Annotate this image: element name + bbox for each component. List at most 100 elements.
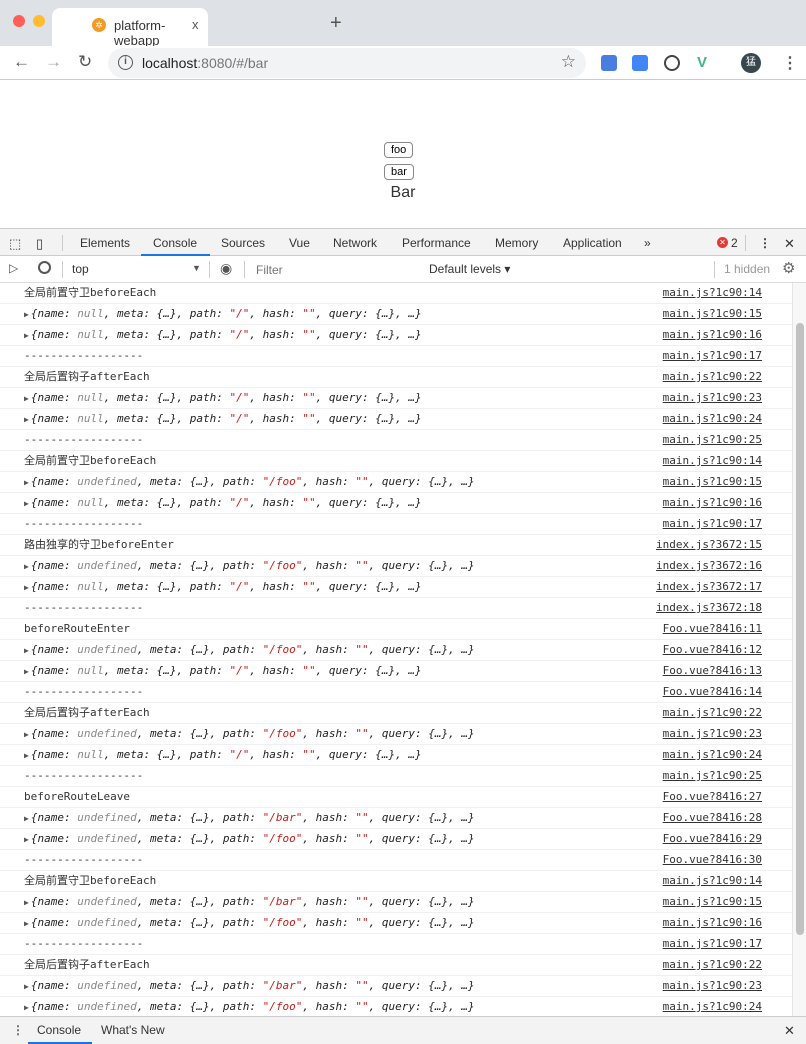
expand-triangle-icon[interactable]: ▶ — [24, 919, 29, 928]
tab-elements[interactable]: Elements — [80, 236, 130, 250]
source-link[interactable]: main.js?1c90:15 — [663, 892, 762, 912]
console-message[interactable]: ▶ {name: null, meta: {…}, path: "/", hash… — [0, 304, 792, 325]
sync-extension-icon[interactable] — [664, 55, 680, 71]
source-link[interactable]: main.js?1c90:25 — [663, 766, 762, 786]
log-levels-dropdown[interactable]: Default levels ▾ — [429, 262, 510, 276]
clear-console-icon[interactable] — [38, 261, 51, 274]
object-preview[interactable]: ▶ {name: undefined, meta: {…}, path: "/fo… — [24, 997, 475, 1016]
expand-triangle-icon[interactable]: ▶ — [24, 667, 29, 676]
object-preview[interactable]: ▶ {name: undefined, meta: {…}, path: "/ba… — [24, 808, 475, 829]
console-message[interactable]: ▶ {name: undefined, meta: {…}, path: "/fo… — [0, 997, 792, 1016]
source-link[interactable]: main.js?1c90:14 — [663, 451, 762, 471]
address-bar[interactable]: i localhost:8080/#/bar ☆ — [108, 48, 586, 78]
filter-input[interactable] — [252, 260, 420, 279]
expand-triangle-icon[interactable]: ▶ — [24, 478, 29, 487]
source-link[interactable]: main.js?1c90:17 — [663, 934, 762, 954]
source-link[interactable]: Foo.vue?8416:12 — [663, 640, 762, 660]
source-link[interactable]: main.js?1c90:14 — [663, 283, 762, 303]
extension-icon[interactable] — [601, 55, 617, 71]
minimize-window-button[interactable] — [33, 15, 45, 27]
console-message[interactable]: ▶ {name: undefined, meta: {…}, path: "/fo… — [0, 724, 792, 745]
context-select[interactable]: top — [72, 262, 89, 276]
object-preview[interactable]: ▶ {name: undefined, meta: {…}, path: "/fo… — [24, 472, 475, 493]
expand-triangle-icon[interactable]: ▶ — [24, 898, 29, 907]
expand-triangle-icon[interactable]: ▶ — [24, 310, 29, 319]
object-preview[interactable]: ▶ {name: undefined, meta: {…}, path: "/fo… — [24, 640, 475, 661]
object-preview[interactable]: ▶ {name: undefined, meta: {…}, path: "/ba… — [24, 976, 475, 997]
object-preview[interactable]: ▶ {name: undefined, meta: {…}, path: "/fo… — [24, 829, 475, 850]
tab-vue[interactable]: Vue — [289, 236, 310, 250]
source-link[interactable]: Foo.vue?8416:11 — [663, 619, 762, 639]
inspect-element-icon[interactable]: ⬚ — [9, 236, 21, 252]
console-message[interactable]: ▶ {name: null, meta: {…}, path: "/", hash… — [0, 577, 792, 598]
close-drawer-button[interactable]: ✕ — [784, 1023, 795, 1039]
devtools-menu-icon[interactable]: ⋮ — [759, 236, 771, 250]
console-message[interactable]: ▶ {name: null, meta: {…}, path: "/", hash… — [0, 409, 792, 430]
source-link[interactable]: index.js?3672:17 — [656, 577, 762, 597]
expand-triangle-icon[interactable]: ▶ — [24, 583, 29, 592]
console-message[interactable]: ▶ {name: undefined, meta: {…}, path: "/ba… — [0, 976, 792, 997]
url-text[interactable]: localhost:8080/#/bar — [142, 55, 268, 71]
tab-console[interactable]: Console — [153, 236, 197, 250]
source-link[interactable]: Foo.vue?8416:29 — [663, 829, 762, 849]
source-link[interactable]: main.js?1c90:16 — [663, 493, 762, 513]
vue-devtools-icon[interactable]: V — [697, 55, 713, 71]
source-link[interactable]: Foo.vue?8416:14 — [663, 682, 762, 702]
live-expression-eye-icon[interactable]: ◉ — [220, 260, 232, 277]
source-link[interactable]: main.js?1c90:22 — [663, 955, 762, 975]
console-message[interactable]: ▶ {name: undefined, meta: {…}, path: "/fo… — [0, 829, 792, 850]
expand-triangle-icon[interactable]: ▶ — [24, 982, 29, 991]
forward-icon[interactable]: → — [45, 52, 62, 72]
translate-extension-icon[interactable] — [632, 55, 648, 71]
tab-network[interactable]: Network — [333, 236, 377, 250]
source-link[interactable]: main.js?1c90:23 — [663, 388, 762, 408]
browser-tab[interactable]: ✲ platform-webapp x — [52, 8, 208, 48]
object-preview[interactable]: ▶ {name: null, meta: {…}, path: "/", hash… — [24, 304, 422, 325]
object-preview[interactable]: ▶ {name: null, meta: {…}, path: "/", hash… — [24, 577, 422, 598]
console-message[interactable]: ▶ {name: undefined, meta: {…}, path: "/fo… — [0, 472, 792, 493]
source-link[interactable]: main.js?1c90:24 — [663, 745, 762, 765]
expand-triangle-icon[interactable]: ▶ — [24, 751, 29, 760]
device-toolbar-icon[interactable]: ▯ — [36, 236, 43, 252]
source-link[interactable]: Foo.vue?8416:30 — [663, 850, 762, 870]
console-message[interactable]: ▶ {name: undefined, meta: {…}, path: "/ba… — [0, 892, 792, 913]
object-preview[interactable]: ▶ {name: null, meta: {…}, path: "/", hash… — [24, 409, 422, 430]
expand-triangle-icon[interactable]: ▶ — [24, 1003, 29, 1012]
object-preview[interactable]: ▶ {name: undefined, meta: {…}, path: "/fo… — [24, 913, 475, 934]
expand-triangle-icon[interactable]: ▶ — [24, 730, 29, 739]
source-link[interactable]: main.js?1c90:25 — [663, 430, 762, 450]
console-message[interactable]: ▶ {name: undefined, meta: {…}, path: "/fo… — [0, 556, 792, 577]
info-icon[interactable]: i — [118, 55, 133, 70]
console-message[interactable]: ▶ {name: undefined, meta: {…}, path: "/fo… — [0, 640, 792, 661]
console-message[interactable]: ▶ {name: null, meta: {…}, path: "/", hash… — [0, 388, 792, 409]
more-tabs-button[interactable]: » — [644, 236, 651, 250]
expand-triangle-icon[interactable]: ▶ — [24, 835, 29, 844]
console-message[interactable]: ▶ {name: null, meta: {…}, path: "/", hash… — [0, 493, 792, 514]
console-settings-gear-icon[interactable]: ⚙ — [782, 259, 795, 277]
source-link[interactable]: main.js?1c90:16 — [663, 325, 762, 345]
tab-application[interactable]: Application — [563, 236, 622, 250]
source-link[interactable]: Foo.vue?8416:27 — [663, 787, 762, 807]
sidebar-toggle-icon[interactable]: ▷ — [9, 261, 18, 275]
foo-link-button[interactable]: foo — [384, 142, 414, 158]
expand-triangle-icon[interactable]: ▶ — [24, 499, 29, 508]
expand-triangle-icon[interactable]: ▶ — [24, 814, 29, 823]
avatar[interactable]: 猛 — [741, 53, 761, 73]
tab-memory[interactable]: Memory — [495, 236, 538, 250]
object-preview[interactable]: ▶ {name: null, meta: {…}, path: "/", hash… — [24, 388, 422, 409]
source-link[interactable]: index.js?3672:15 — [656, 535, 762, 555]
source-link[interactable]: index.js?3672:16 — [656, 556, 762, 576]
bar-link-button[interactable]: bar — [384, 164, 414, 180]
source-link[interactable]: main.js?1c90:23 — [663, 976, 762, 996]
object-preview[interactable]: ▶ {name: undefined, meta: {…}, path: "/fo… — [24, 724, 475, 745]
source-link[interactable]: main.js?1c90:16 — [663, 913, 762, 933]
console-message[interactable]: ▶ {name: null, meta: {…}, path: "/", hash… — [0, 745, 792, 766]
reload-icon[interactable]: ↻ — [78, 52, 92, 72]
error-count[interactable]: 2 — [731, 236, 738, 250]
source-link[interactable]: main.js?1c90:24 — [663, 997, 762, 1016]
expand-triangle-icon[interactable]: ▶ — [24, 646, 29, 655]
close-tab-icon[interactable]: x — [192, 17, 199, 32]
expand-triangle-icon[interactable]: ▶ — [24, 415, 29, 424]
close-window-button[interactable] — [13, 15, 25, 27]
console-message[interactable]: ▶ {name: undefined, meta: {…}, path: "/ba… — [0, 808, 792, 829]
